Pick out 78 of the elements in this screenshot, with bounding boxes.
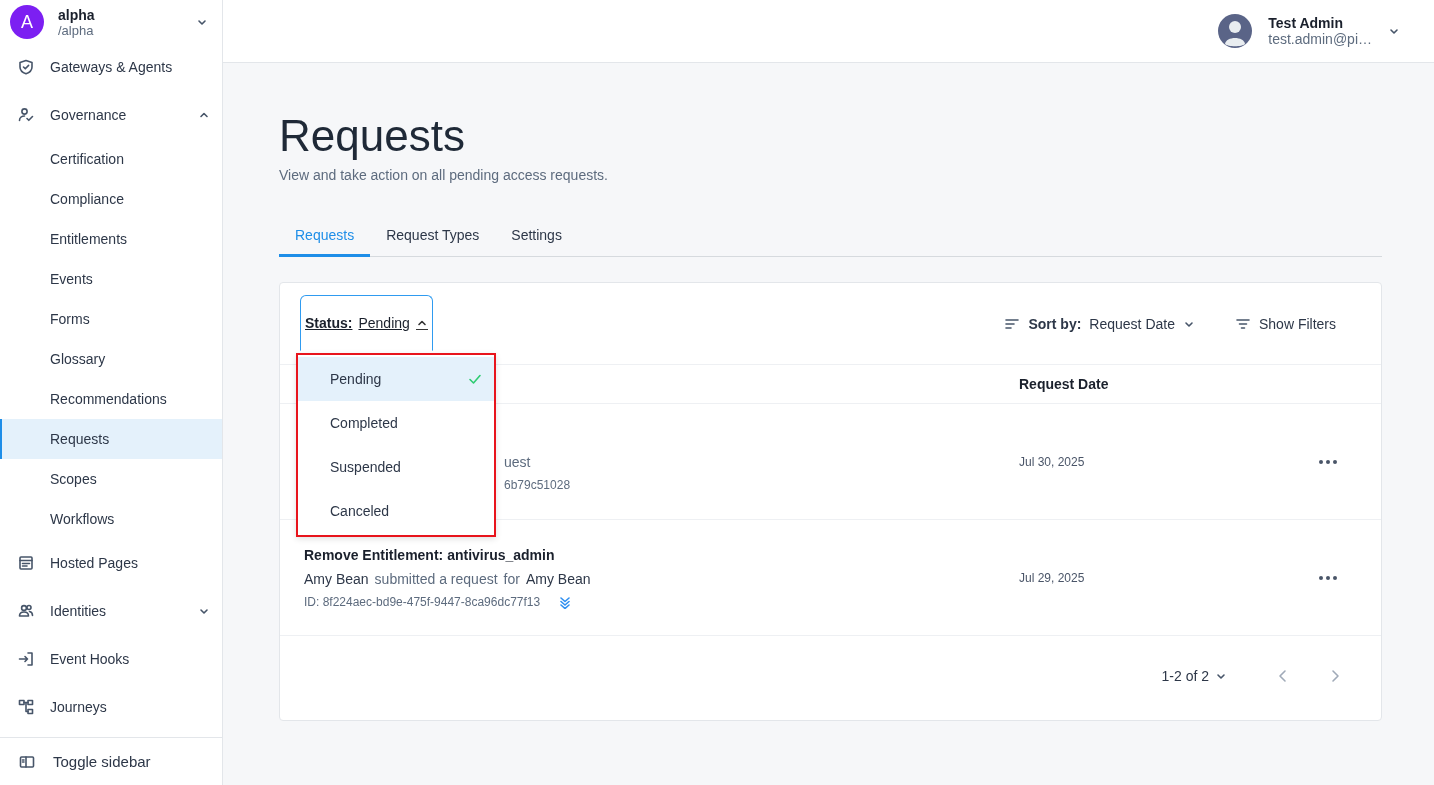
sidebar-item[interactable]: Hosted Pages [0,539,222,587]
sidebar-item[interactable]: Gateways & Agents [0,43,222,91]
menu-option[interactable]: Canceled [298,489,494,533]
sidebar-subitem[interactable]: Recommendations [0,379,222,419]
sidebar-subitem[interactable]: Glossary [0,339,222,379]
people-icon [18,603,34,619]
hierarchy-icon [18,699,34,715]
previous-page-icon [1277,669,1289,683]
sidebar-item-label: Governance [50,107,128,123]
sidebar-item-label: Identities [50,603,108,619]
sidebar-subitem[interactable]: Compliance [0,179,222,219]
request-id: 6b79c51028 [504,477,572,492]
tab[interactable]: Settings [495,215,578,257]
sidebar-subitem[interactable]: Workflows [0,499,222,539]
sidebar-subitem[interactable]: Entitlements [0,219,222,259]
sidebar-item[interactable]: Identities [0,587,222,635]
sidebar-icon [19,753,35,770]
page-range: 1-2 of 2 [1161,668,1209,684]
request-id: ID: 8f224aec-bd9e-475f-9447-8ca96dc77f13 [304,594,541,609]
more-actions-button[interactable] [1319,459,1337,464]
sign-in-icon [18,651,34,667]
checkmark-icon [468,372,482,386]
show-filters-button[interactable]: Show Filters [1234,315,1336,332]
menu-option-label: Suspended [330,459,401,475]
sidebar-item[interactable]: Event Hooks [0,635,222,683]
request-summary: uest [504,453,532,470]
org-name: alpha [58,6,96,23]
user-menu[interactable]: Test Admin test.admin@pi… [1218,14,1400,48]
page-subtitle: View and take action on all pending access requests. [279,167,609,183]
sidebar-item[interactable]: Journeys [0,683,222,731]
request-title: Remove Entitlement: antivirus_admin [304,546,556,563]
expand-icon [558,594,573,609]
show-filters-label: Show Filters [1258,315,1336,332]
org-path: /alpha [58,22,94,38]
toggle-sidebar-label: Toggle sidebar [53,753,151,770]
page-title: Requests [279,111,466,161]
sort-label: Sort by: [1028,315,1082,332]
menu-option[interactable]: Completed [298,401,494,445]
menu-option-label: Pending [330,371,382,387]
shield-icon [18,59,34,75]
more-actions-button[interactable] [1319,575,1337,580]
column-header: Request Date [1019,376,1109,392]
requester-name: Amy Bean [304,570,369,587]
request-action: submitted a request [374,570,498,587]
org-switcher[interactable]: A alpha /alpha [0,0,222,44]
sidebar-subitem[interactable]: Requests [0,419,222,459]
user-email: test.admin@pi… [1268,31,1372,47]
page-icon [18,555,34,571]
page-range-button[interactable]: 1-2 of 2 [1161,668,1227,684]
person-check-icon [18,107,34,123]
request-date: Jul 30, 2025 [1019,454,1086,469]
user-name: Test Admin [1268,15,1344,31]
sidebar-item[interactable]: Governance [0,91,222,139]
menu-option-label: Completed [330,415,398,431]
sidebar-subitem[interactable]: Forms [0,299,222,339]
sort-button[interactable]: Sort by: Request Date [1004,315,1195,332]
status-filter-label: Status: [305,315,353,331]
status-filter-button[interactable]: Status: Pending [300,295,433,351]
status-filter-value: Pending [358,315,410,331]
user-avatar-icon [1218,14,1253,48]
sidebar-item-label: Hosted Pages [50,555,139,571]
toggle-sidebar-button[interactable]: Toggle sidebar [0,737,222,785]
menu-option[interactable]: Pending [298,357,494,401]
sidebar-subitem[interactable]: Scopes [0,459,222,499]
next-page-icon [1329,669,1341,683]
request-for: for [503,570,520,587]
tab[interactable]: Request Types [370,215,496,257]
sidebar-subitem[interactable]: Certification [0,139,222,179]
sidebar-subitem[interactable]: Events [0,259,222,299]
sidebar-item-label: Gateways & Agents [50,59,174,75]
org-avatar: A [10,5,44,39]
sidebar-item-label: Event Hooks [50,651,131,667]
sidebar-item-label: Journeys [50,699,108,715]
menu-option[interactable]: Suspended [298,445,494,489]
menu-option-label: Canceled [330,503,390,519]
target-name: Amy Bean [525,570,591,587]
sort-value: Request Date [1089,315,1175,332]
request-date: Jul 29, 2025 [1019,570,1086,585]
